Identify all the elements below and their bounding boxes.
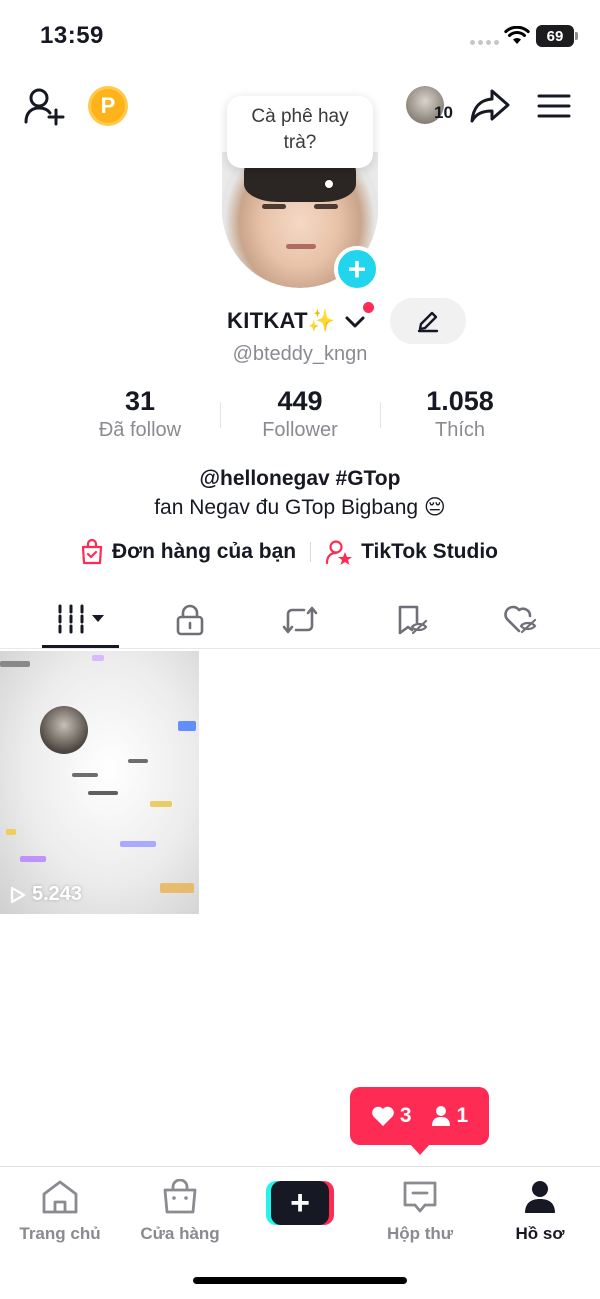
tab-private[interactable] bbox=[150, 596, 230, 644]
create-button[interactable]: + bbox=[266, 1181, 334, 1225]
display-name[interactable]: KITKAT✨ bbox=[227, 308, 336, 334]
nav-home[interactable]: Trang chủ bbox=[0, 1179, 120, 1244]
nav-inbox[interactable]: Hộp thư bbox=[360, 1179, 480, 1244]
orders-link[interactable]: Đơn hàng của bạn bbox=[80, 539, 296, 565]
bookmark-hidden-icon bbox=[398, 605, 428, 635]
nav-home-label: Trang chủ bbox=[19, 1224, 101, 1243]
nav-shop-label: Cửa hàng bbox=[140, 1224, 220, 1243]
heart-icon bbox=[372, 1106, 394, 1126]
video-view-count: 5.243 bbox=[10, 883, 82, 906]
stat-label: Thích bbox=[434, 419, 486, 441]
nav-shop[interactable]: Cửa hàng bbox=[120, 1178, 240, 1244]
stat-value: 449 bbox=[277, 386, 323, 416]
create-plus-icon: + bbox=[271, 1181, 329, 1225]
activity-notification[interactable]: 3 1 bbox=[350, 1087, 489, 1155]
add-story-button[interactable]: + bbox=[334, 246, 380, 292]
nav-profile[interactable]: Hồ sơ bbox=[480, 1179, 600, 1244]
add-friend-button[interactable] bbox=[22, 84, 66, 128]
likes-count: 3 bbox=[399, 1104, 412, 1127]
chevron-down-icon[interactable] bbox=[344, 314, 366, 330]
stat-followers[interactable]: 449 Follower bbox=[220, 386, 380, 442]
battery-level: 69 bbox=[546, 27, 564, 45]
tab-videos[interactable] bbox=[42, 596, 122, 644]
hamburger-menu-icon bbox=[537, 94, 571, 118]
stat-value: 31 bbox=[124, 386, 156, 416]
creator-star-icon bbox=[326, 540, 353, 565]
coin-icon[interactable]: P bbox=[88, 86, 128, 126]
tab-favorites[interactable] bbox=[372, 596, 452, 644]
menu-button[interactable] bbox=[536, 90, 572, 122]
tab-divider bbox=[0, 648, 600, 649]
wifi-icon bbox=[504, 26, 530, 44]
edit-profile-button[interactable] bbox=[390, 298, 466, 344]
link-divider bbox=[310, 542, 312, 562]
add-user-icon bbox=[24, 88, 65, 126]
shopping-bag-icon bbox=[81, 539, 103, 565]
play-icon bbox=[10, 886, 26, 903]
share-button[interactable] bbox=[468, 86, 512, 126]
video-thumbnail[interactable]: 5.243 bbox=[0, 651, 199, 914]
profile-views-count[interactable]: 10 bbox=[434, 103, 453, 123]
home-indicator bbox=[193, 1277, 407, 1284]
username-handle: @bteddy_kngn bbox=[232, 343, 368, 365]
bubble-tail bbox=[325, 180, 333, 188]
home-icon bbox=[42, 1180, 78, 1214]
battery-icon: 69 bbox=[536, 25, 578, 47]
status-time: 13:59 bbox=[40, 22, 104, 49]
notification-dot bbox=[363, 302, 374, 313]
note-line-1: Cà phê hay bbox=[251, 106, 349, 127]
shop-bag-icon bbox=[163, 1178, 197, 1214]
profile-links: Đơn hàng của bạn TikTok Studio bbox=[80, 537, 498, 567]
nav-inbox-label: Hộp thư bbox=[386, 1224, 454, 1243]
nav-profile-label: Hồ sơ bbox=[515, 1224, 565, 1243]
repost-icon bbox=[282, 606, 318, 634]
studio-label: TikTok Studio bbox=[361, 540, 498, 563]
signal-icon bbox=[470, 40, 499, 45]
inbox-icon bbox=[403, 1181, 437, 1213]
pencil-icon bbox=[417, 311, 439, 333]
stat-value: 1.058 bbox=[426, 386, 494, 416]
heart-hidden-icon bbox=[504, 605, 537, 634]
orders-label: Đơn hàng của bạn bbox=[112, 540, 297, 563]
bio-line-2: fan Negav đu GTop Bigbang 😔 bbox=[154, 496, 446, 519]
status-bar: 13:59 69 bbox=[0, 0, 600, 72]
stat-label: Đã follow bbox=[98, 419, 182, 441]
tab-liked[interactable] bbox=[480, 596, 560, 644]
tab-reposts[interactable] bbox=[260, 596, 340, 644]
grid-icon bbox=[58, 604, 104, 634]
stat-likes[interactable]: 1.058 Thích bbox=[380, 386, 540, 442]
lock-icon bbox=[176, 604, 204, 636]
followers-count: 1 bbox=[456, 1104, 469, 1127]
note-line-2: trà? bbox=[283, 132, 317, 153]
video-views: 5.243 bbox=[32, 883, 83, 905]
coin-letter: P bbox=[100, 93, 116, 118]
video-avatar bbox=[40, 706, 88, 754]
note-bubble[interactable]: Cà phê hay trà? bbox=[227, 96, 373, 168]
stat-following[interactable]: 31 Đã follow bbox=[60, 386, 220, 442]
bio-line-1[interactable]: @hellonegav #GTop bbox=[0, 467, 600, 491]
share-icon bbox=[470, 89, 510, 123]
person-icon bbox=[431, 1106, 450, 1126]
profile-person-icon bbox=[525, 1181, 555, 1213]
stat-label: Follower bbox=[262, 419, 338, 441]
tiktok-studio-link[interactable]: TikTok Studio bbox=[325, 539, 498, 565]
